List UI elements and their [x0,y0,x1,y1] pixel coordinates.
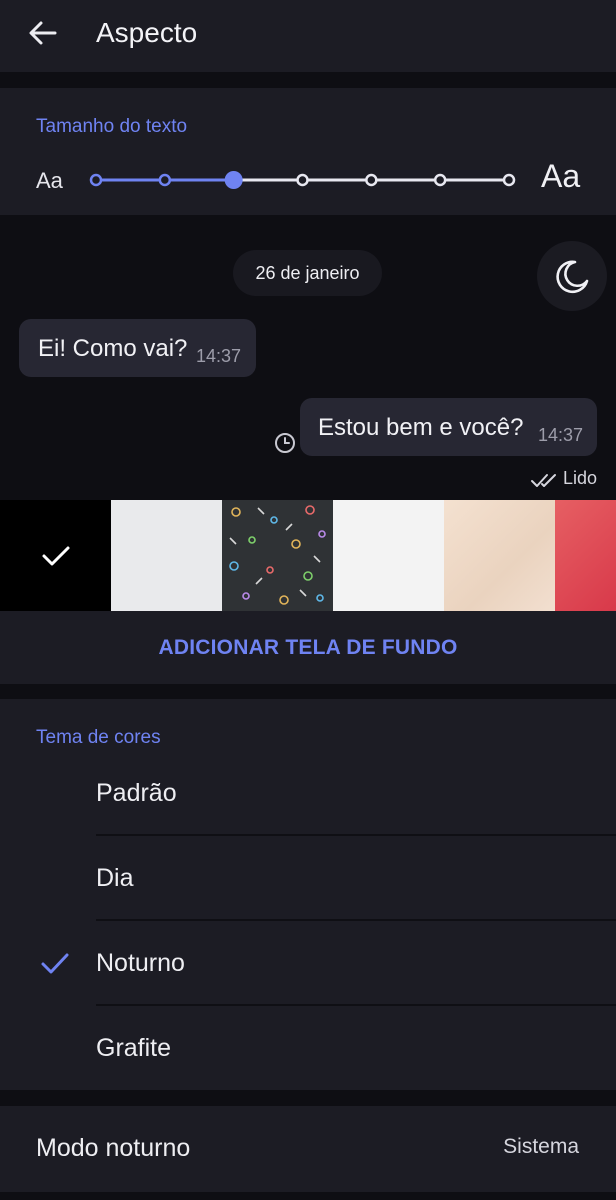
chat-preview: 26 de janeiro Ei! Como vai? 14:37 Estou … [0,215,616,500]
theme-option-grafite[interactable]: Grafite [0,1006,616,1091]
wallpaper-strip [0,500,616,611]
wallpaper-option-light-gray[interactable] [111,500,222,611]
check-icon [42,546,70,566]
page-title: Aspecto [96,17,198,48]
wallpaper-option-red-gradient[interactable] [555,500,616,611]
slider-step[interactable] [502,173,516,187]
wallpaper-option-dark-doodle[interactable] [222,500,333,611]
night-mode-row[interactable]: Modo noturno Sistema [0,1106,616,1192]
wallpaper-option-beige-pattern[interactable] [444,500,555,611]
slider-thumb[interactable] [224,171,243,189]
text-size-slider[interactable] [0,88,616,215]
theme-option-label: Noturno [96,949,185,977]
text-size-large-label: Aa [541,158,581,194]
moon-icon [556,260,589,294]
color-theme-title: Tema de cores [36,727,161,748]
slider-step[interactable] [365,173,378,187]
slider-step[interactable] [433,173,447,187]
add-wallpaper-button[interactable]: ADICIONAR TELA DE FUNDO [0,611,616,684]
theme-option-label: Padrão [96,779,177,807]
check-icon [41,953,69,974]
theme-option-noturno[interactable]: Noturno [0,921,616,1006]
slider-step[interactable] [89,173,103,187]
back-button[interactable] [24,16,60,52]
clock-icon [275,433,295,453]
outgoing-message-text: Estou bem e você? [318,414,524,441]
night-mode-value: Sistema [503,1135,579,1158]
slider-step[interactable] [158,173,172,187]
doodle-pattern [229,505,326,605]
outgoing-message: Estou bem e você? 14:37 [300,398,597,456]
outgoing-message-time: 14:37 [538,425,584,445]
night-mode-label: Modo noturno [36,1134,191,1162]
wallpaper-option-black[interactable] [0,500,111,611]
double-check-icon [531,474,556,487]
date-badge: 26 de janeiro [233,250,382,296]
theme-option-label: Dia [96,864,134,892]
theme-option-label: Grafite [96,1034,172,1062]
incoming-message-text: Ei! Como vai? [38,335,188,362]
wallpaper-option-white[interactable] [333,500,444,611]
text-size-section: Tamanho do texto Aa Aa [0,88,616,215]
theme-toggle-button[interactable] [537,241,607,311]
app-bar: Aspecto [0,0,616,72]
slider-step[interactable] [296,173,309,187]
read-status-label: Lido [563,468,598,488]
incoming-message: Ei! Como vai? 14:37 [19,319,256,377]
arrow-left-icon [29,21,57,45]
theme-option-padrao[interactable]: Padrão [0,751,616,836]
incoming-message-time: 14:37 [196,346,242,366]
theme-option-dia[interactable]: Dia [0,836,616,921]
color-theme-section: Tema de cores Padrão Dia Noturno Grafite [0,699,616,1090]
